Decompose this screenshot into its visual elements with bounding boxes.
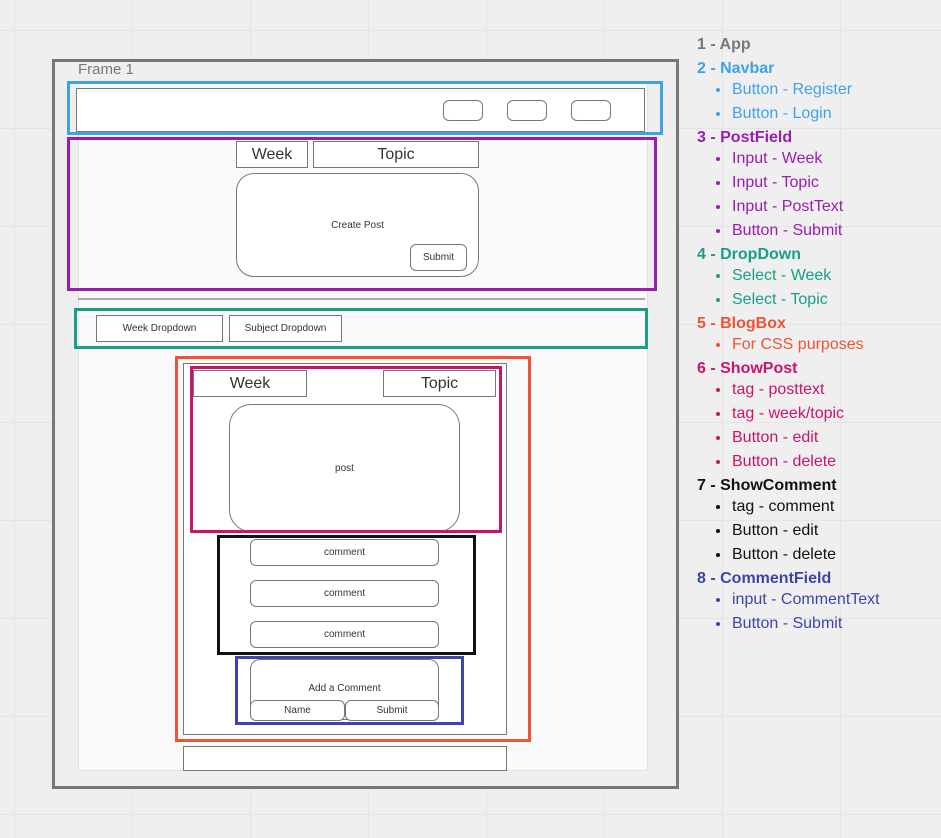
legend-item-label: Select - Week [732,267,832,284]
legend-section: 3 - PostField Input - Week Input - Topic In… [690,129,940,240]
legend-section: 1 - App [690,36,940,54]
legend-item-list: tag - comment Button - edit Button - delet… [690,498,940,564]
legend-item-label: Input - PostText [732,198,844,215]
legend-section-title: 5 - BlogBox [697,315,786,332]
legend-item-list: For CSS purposes [690,336,940,354]
legend-item-label: tag - posttext [732,381,825,398]
legend-item: Button - edit [710,429,940,447]
legend-item-label: Button - delete [732,546,837,563]
legend-section: 8 - CommentField input - CommentText Butto… [690,570,940,633]
legend-item: tag - week/topic [710,405,940,423]
legend-section: 4 - DropDown Select - Week Select - Topic [690,246,940,309]
legend-section-title: 8 - CommentField [697,570,832,587]
legend-item-label: Button - Submit [732,615,843,632]
legend-item: Button - Login [710,105,940,123]
divider-line [78,298,645,300]
bullet-icon [716,412,720,416]
legend-item-label: Button - Submit [732,222,843,239]
bullet-icon [716,529,720,533]
legend-item-list: Input - Week Input - Topic Input - PostTex… [690,150,940,240]
legend-item-label: Input - Week [732,150,823,167]
bullet-icon [716,388,720,392]
legend-item-label: Button - Register [732,81,853,98]
legend-section: 7 - ShowComment tag - comment Button - edi… [690,477,940,564]
bullet-icon [716,274,720,278]
legend-item: tag - posttext [710,381,940,399]
legend-item-label: Select - Topic [732,291,828,308]
bullet-icon [716,298,720,302]
legend-item: Select - Week [710,267,940,285]
legend-item-label: Input - Topic [732,174,819,191]
legend-section-title: 1 - App [697,36,751,53]
legend-section: 6 - ShowPost tag - posttext tag - week/top… [690,360,940,471]
bullet-icon [716,505,720,509]
bullet-icon [716,553,720,557]
blogbox-highlight [175,356,531,742]
legend-item-label: Button - edit [732,429,819,446]
legend-item-label: For CSS purposes [732,336,864,353]
bullet-icon [716,181,720,185]
dropdown-highlight [74,308,648,349]
legend-item: tag - comment [710,498,940,516]
bullet-icon [716,436,720,440]
legend-section-title: 6 - ShowPost [697,360,798,377]
legend-section-title: 3 - PostField [697,129,793,146]
legend-item: Input - Topic [710,174,940,192]
legend-item: Button - Submit [710,615,940,633]
legend-item: Input - PostText [710,198,940,216]
legend-item-label: tag - week/topic [732,405,845,422]
bullet-icon [716,622,720,626]
legend-item: Select - Topic [710,291,940,309]
legend-section-title: 4 - DropDown [697,246,801,263]
frame-label: Frame 1 [78,61,134,78]
legend-item-list: Button - Register Button - Login [690,81,940,123]
navbar-highlight [67,81,663,135]
legend-section-title: 7 - ShowComment [697,477,837,494]
bullet-icon [716,88,720,92]
bullet-icon [716,598,720,602]
legend-section: 2 - Navbar Button - Register Button - Logi… [690,60,940,123]
legend-item: For CSS purposes [710,336,940,354]
bullet-icon [716,229,720,233]
legend-item: input - CommentText [710,591,940,609]
legend-item: Button - delete [710,546,940,564]
component-legend: 1 - App 2 - Navbar Button - Register Button… [690,36,940,639]
legend-item-label: input - CommentText [732,591,880,608]
legend-item-label: Button - delete [732,453,837,470]
legend-item: Input - Week [710,150,940,168]
legend-item: Button - Submit [710,222,940,240]
legend-item: Button - delete [710,453,940,471]
legend-section: 5 - BlogBox For CSS purposes [690,315,940,354]
bullet-icon [716,112,720,116]
legend-item-list: input - CommentText Button - Submit [690,591,940,633]
legend-item: Button - Register [710,81,940,99]
bullet-icon [716,157,720,161]
bullet-icon [716,343,720,347]
legend-item-label: Button - edit [732,522,819,539]
footer-wire [183,746,507,771]
legend-item-list: Select - Week Select - Topic [690,267,940,309]
legend-item: Button - edit [710,522,940,540]
postfield-highlight [67,137,657,291]
bullet-icon [716,205,720,209]
legend-item-list: tag - posttext tag - week/topic Button - e… [690,381,940,471]
bullet-icon [716,460,720,464]
legend-section-title: 2 - Navbar [697,60,775,77]
legend-item-label: Button - Login [732,105,832,122]
legend-item-label: tag - comment [732,498,835,515]
